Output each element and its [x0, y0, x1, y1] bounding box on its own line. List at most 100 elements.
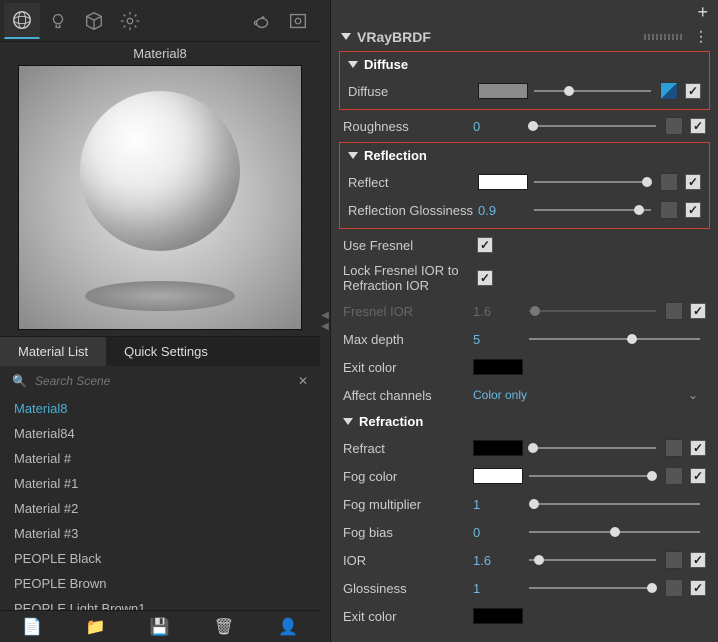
- list-item[interactable]: Material8: [0, 396, 320, 421]
- open-icon[interactable]: 📁: [86, 617, 106, 637]
- roughness-slider[interactable]: [529, 117, 656, 135]
- max-depth-label: Max depth: [343, 332, 473, 347]
- search-input[interactable]: [31, 370, 294, 392]
- teapot-icon[interactable]: [244, 3, 280, 39]
- gear-icon[interactable]: [112, 3, 148, 39]
- refract-slider[interactable]: [529, 439, 656, 457]
- refraction-header[interactable]: Refraction: [335, 409, 714, 434]
- properties-panel[interactable]: Diffuse Diffuse Roughness 0 Reflection R…: [331, 49, 718, 642]
- fog-mult-label: Fog multiplier: [343, 497, 473, 512]
- shader-name: VRayBRDF: [357, 29, 431, 45]
- fresnel-ior-slider: [529, 302, 656, 320]
- diffuse-slider[interactable]: [534, 82, 651, 100]
- tab-quick-settings[interactable]: Quick Settings: [106, 337, 226, 366]
- refl-gloss-checkbox[interactable]: [685, 202, 701, 218]
- list-item[interactable]: Material #1: [0, 471, 320, 496]
- fresnel-ior-label: Fresnel IOR: [343, 304, 473, 319]
- user-icon[interactable]: 👤: [278, 617, 298, 637]
- drag-handle-icon[interactable]: [644, 34, 684, 40]
- left-panel: Material8 Material List Quick Settings 🔍…: [0, 0, 320, 642]
- list-item[interactable]: Material #3: [0, 521, 320, 546]
- render-icon[interactable]: [280, 3, 316, 39]
- list-item[interactable]: PEOPLE Light Brown1: [0, 596, 320, 610]
- max-depth-slider[interactable]: [529, 330, 700, 348]
- fog-bias-value[interactable]: 0: [473, 525, 523, 540]
- save-icon[interactable]: 💾: [150, 617, 170, 637]
- roughness-value[interactable]: 0: [473, 119, 523, 134]
- glossiness-value[interactable]: 1: [473, 581, 523, 596]
- search-icon[interactable]: 🔍: [8, 374, 31, 388]
- texture-icon[interactable]: [665, 579, 683, 597]
- cube-icon[interactable]: [76, 3, 112, 39]
- list-item[interactable]: PEOPLE Brown: [0, 571, 320, 596]
- texture-icon[interactable]: [660, 201, 678, 219]
- chevron-down-icon: [343, 418, 353, 425]
- roughness-checkbox[interactable]: [690, 118, 706, 134]
- chevron-down-icon[interactable]: [341, 33, 351, 40]
- fog-mult-slider[interactable]: [529, 495, 700, 513]
- glossiness-checkbox[interactable]: [690, 580, 706, 596]
- clear-search-icon[interactable]: ✕: [294, 374, 312, 388]
- list-item[interactable]: Material #: [0, 446, 320, 471]
- tab-material-list[interactable]: Material List: [0, 337, 106, 366]
- fog-bias-label: Fog bias: [343, 525, 473, 540]
- delete-icon[interactable]: 🗑: [214, 617, 234, 637]
- refl-gloss-slider[interactable]: [534, 201, 651, 219]
- glossiness-slider[interactable]: [529, 579, 656, 597]
- max-depth-value[interactable]: 5: [473, 332, 523, 347]
- roughness-label: Roughness: [343, 119, 473, 134]
- texture-icon[interactable]: [665, 117, 683, 135]
- list-item[interactable]: PEOPLE Black: [0, 546, 320, 571]
- reflect-checkbox[interactable]: [685, 174, 701, 190]
- texture-icon[interactable]: [660, 173, 678, 191]
- splitter[interactable]: ◀◀: [320, 0, 330, 642]
- fog-color-checkbox[interactable]: [690, 468, 706, 484]
- texture-icon[interactable]: [665, 551, 683, 569]
- fog-color-swatch[interactable]: [473, 468, 523, 484]
- texture-icon[interactable]: [665, 302, 683, 320]
- refract-checkbox[interactable]: [690, 440, 706, 456]
- refl-gloss-label: Reflection Glossiness: [348, 203, 478, 218]
- chevron-down-icon: ⌄: [688, 388, 698, 402]
- texture-icon[interactable]: [665, 439, 683, 457]
- fresnel-ior-checkbox[interactable]: [690, 303, 706, 319]
- fog-color-slider[interactable]: [529, 467, 656, 485]
- search-row: 🔍 ✕: [0, 366, 320, 396]
- diffuse-checkbox[interactable]: [685, 83, 701, 99]
- exit-color-label: Exit color: [343, 360, 473, 375]
- lock-fresnel-checkbox[interactable]: [477, 270, 493, 286]
- list-item[interactable]: Material #2: [0, 496, 320, 521]
- ior-value[interactable]: 1.6: [473, 553, 523, 568]
- fresnel-ior-value: 1.6: [473, 304, 523, 319]
- ior-slider[interactable]: [529, 551, 656, 569]
- refract-label: Refract: [343, 441, 473, 456]
- diffuse-header[interactable]: Diffuse: [340, 52, 709, 77]
- material-list[interactable]: Material8 Material84 Material # Material…: [0, 396, 320, 610]
- top-toolbar: [0, 0, 320, 42]
- refl-gloss-value[interactable]: 0.9: [478, 203, 528, 218]
- fog-bias-slider[interactable]: [529, 523, 700, 541]
- refract-swatch[interactable]: [473, 440, 523, 456]
- use-fresnel-checkbox[interactable]: [477, 237, 493, 253]
- texture-icon[interactable]: [660, 82, 678, 100]
- glossiness-label: Glossiness: [343, 581, 473, 596]
- affect-channels-label: Affect channels: [343, 388, 473, 403]
- ior-checkbox[interactable]: [690, 552, 706, 568]
- right-panel: + VRayBRDF ⋮ Diffuse Diffuse Roughness 0: [330, 0, 718, 642]
- exit-color-swatch[interactable]: [473, 359, 523, 375]
- list-item[interactable]: Material84: [0, 421, 320, 446]
- bulb-icon[interactable]: [40, 3, 76, 39]
- texture-icon[interactable]: [665, 467, 683, 485]
- fog-mult-value[interactable]: 1: [473, 497, 523, 512]
- affect-channels-dropdown[interactable]: Color only⌄: [473, 388, 706, 402]
- diffuse-swatch[interactable]: [478, 83, 528, 99]
- new-icon[interactable]: 📄: [22, 617, 42, 637]
- add-icon[interactable]: +: [697, 2, 708, 23]
- sphere-icon[interactable]: [4, 3, 40, 39]
- reflect-swatch[interactable]: [478, 174, 528, 190]
- reflection-header[interactable]: Reflection: [340, 143, 709, 168]
- reflect-slider[interactable]: [534, 173, 651, 191]
- exit-color2-swatch[interactable]: [473, 608, 523, 624]
- menu-icon[interactable]: ⋮: [694, 28, 708, 45]
- fog-color-label: Fog color: [343, 469, 473, 484]
